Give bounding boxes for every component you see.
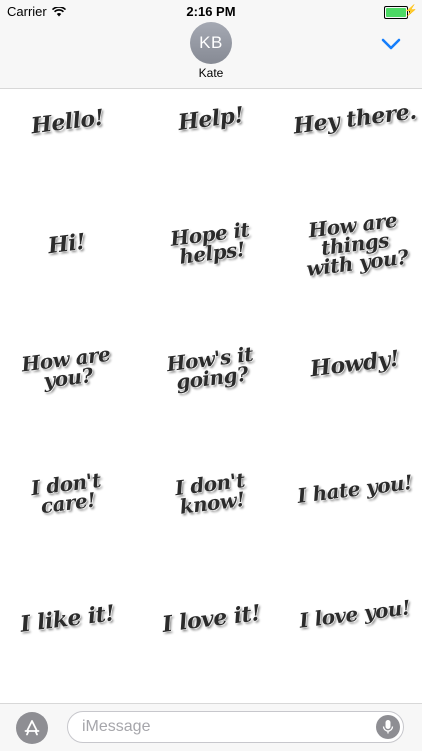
sticker-hey-there[interactable]: Hey there. (288, 64, 422, 174)
sticker-i-dont-care[interactable]: I don't care! (0, 439, 134, 549)
sticker-i-love-it[interactable]: I love it! (144, 564, 278, 674)
sticker-text: How are things with you? (305, 207, 410, 281)
message-field[interactable] (67, 711, 404, 743)
sticker-i-hate-you[interactable]: I hate you! (288, 434, 422, 544)
sticker-how-are-things[interactable]: How are things with you? (288, 189, 422, 299)
sticker-hi[interactable]: Hi! (0, 189, 134, 299)
status-bar: Carrier 2:16 PM ⚡ (0, 0, 422, 22)
sticker-text: Help! (176, 102, 246, 136)
sticker-text: How are you? (20, 341, 112, 393)
sticker-text: I don't care! (29, 467, 102, 519)
sticker-i-dont-know[interactable]: I don't know! (144, 439, 278, 549)
microphone-icon (382, 720, 394, 734)
status-time: 2:16 PM (186, 4, 236, 19)
sticker-i-like-it[interactable]: I like it! (0, 564, 134, 674)
battery-fill (386, 8, 406, 17)
message-input-bar (0, 703, 422, 751)
sticker-text: I don't know! (173, 467, 246, 519)
app-store-button[interactable] (16, 712, 48, 744)
sticker-hope-it-helps[interactable]: Hope it helps! (144, 189, 278, 299)
sticker-i-love-you[interactable]: I love you! (288, 559, 422, 669)
sticker-hows-it-going[interactable]: How's it going? (144, 314, 278, 424)
sticker-help[interactable]: Help! (144, 64, 278, 174)
sticker-howdy[interactable]: Howdy! (288, 309, 422, 419)
charging-bolt-icon: ⚡ (404, 5, 418, 17)
message-input[interactable] (82, 712, 362, 742)
sticker-text: I like it! (18, 600, 116, 638)
sticker-text: I love you! (298, 595, 412, 633)
sticker-text: Hello! (29, 104, 105, 140)
sticker-text: I hate you! (296, 470, 414, 508)
sticker-grid: Hello! Help! Hey there. Hi! Hope it help… (0, 89, 422, 703)
sticker-text: Hey there. (292, 98, 418, 140)
microphone-button[interactable] (376, 715, 400, 739)
sticker-text: Hope it helps! (168, 217, 251, 269)
sticker-text: Howdy! (309, 345, 401, 383)
sticker-how-are-you[interactable]: How are you? (0, 314, 134, 424)
app-store-icon (24, 720, 40, 736)
chevron-down-icon[interactable] (380, 36, 402, 52)
sticker-text: I love it! (160, 600, 262, 638)
avatar-initials: KB (199, 33, 223, 52)
sticker-text: Hi! (46, 228, 88, 260)
sticker-text: How's it going? (165, 341, 255, 395)
avatar[interactable]: KB (190, 22, 232, 64)
sticker-hello[interactable]: Hello! (0, 67, 134, 177)
